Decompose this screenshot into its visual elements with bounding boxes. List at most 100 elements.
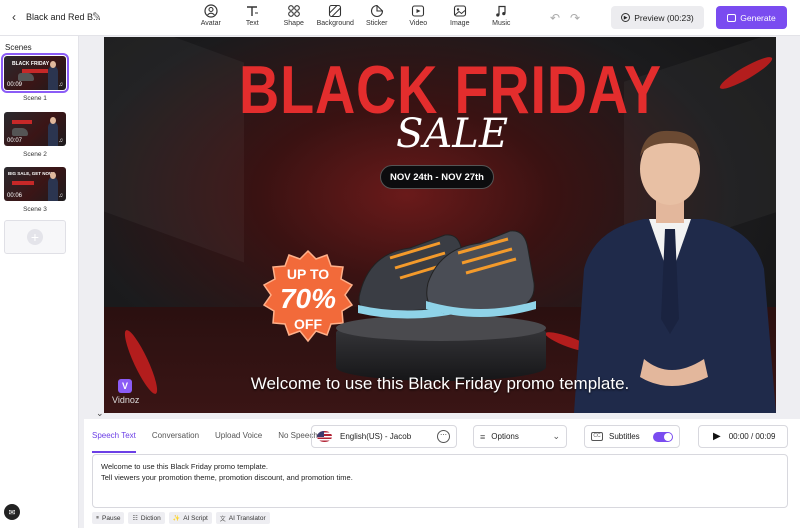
avatar-presenter[interactable] [564,119,776,413]
scene-1-duration: 00:09 [7,82,23,88]
playback-time: 00:00 / 00:09 [728,432,776,441]
badge-line-1: UP TO [286,266,330,282]
pause-chip-label: Pause [102,514,121,522]
ai-translator-chip[interactable]: 文 AI Translator [215,512,270,524]
preview-label: Preview (00:23) [634,12,694,23]
voice-name: English(US) - Jacob [340,432,412,441]
tool-text[interactable]: Text [232,4,274,27]
tool-text-label: Text [245,20,259,27]
back-arrow-icon[interactable]: ‹ [6,9,22,25]
us-flag-icon [317,431,332,442]
scene-2-preview: 00:07 ♫ [4,112,66,146]
ai-script-icon: ✨ [172,515,181,522]
tool-video[interactable]: Video [398,4,440,27]
tool-avatar-label: Avatar [200,20,221,27]
scene-2-label: Scene 2 [23,151,47,158]
options-dropdown[interactable]: ≡ Options ⌄ [473,425,567,448]
options-label: Options [491,432,519,441]
tab-speech-text[interactable]: Speech Text [92,419,136,453]
sticker-icon [370,4,383,18]
play-icon[interactable]: ▶ [713,431,721,442]
project-title[interactable]: Black and Red B... [26,12,101,22]
redo-icon[interactable]: ↷ [570,11,580,25]
scene-2-duration: 00:07 [7,138,23,144]
tool-sticker[interactable]: Sticker [356,4,398,27]
badge-line-2: 70% [279,283,337,314]
scenes-heading: Scenes [5,43,32,52]
speech-text-area[interactable]: Welcome to use this Black Friday promo t… [92,454,788,508]
background-facet [104,37,244,263]
ai-script-chip[interactable]: ✨ AI Script [168,512,212,524]
scene-1-thumb-text: BLACK FRIDAY [12,61,50,67]
shape-icon [287,5,300,17]
tool-image-label: Image [450,20,470,27]
tool-music[interactable]: Music [481,4,523,27]
text-icon [247,6,259,16]
insert-tools: Avatar Text Shape Background Sticker Vid… [190,4,522,27]
watermark-text: Vidnoz [112,395,140,405]
subtitles-control: CC Subtitles [584,425,680,448]
background-icon [329,4,342,18]
image-icon [453,5,466,17]
music-icon [496,5,506,17]
more-options-icon[interactable]: ⋯ [437,430,450,443]
voice-selector[interactable]: English(US) - Jacob ⋯ [311,425,457,448]
scene-3-thumb-text: BIG SALE, GET NOW! [8,171,55,176]
generate-icon [727,13,737,22]
scene-thumbnail-1[interactable]: BLACK FRIDAY 00:09 ♫ Scene 1 [1,53,69,102]
badge-text: UP TO 70% OFF [257,267,359,331]
undo-icon[interactable]: ↶ [550,11,560,25]
tool-image[interactable]: Image [439,4,481,27]
subtitles-toggle[interactable] [653,432,673,442]
scene-1-preview: BLACK FRIDAY 00:09 ♫ [1,53,69,93]
diction-chip-label: Diction [140,514,161,522]
scene-3-duration: 00:06 [7,193,23,199]
speech-tabs: Speech Text Conversation Upload Voice No… [84,419,326,453]
script-tools: ⏸ Pause ☷ Diction ✨ AI Script 文 AI Translato… [92,512,274,524]
scene-3-label: Scene 3 [23,206,47,213]
scene-thumbnail-3[interactable]: BIG SALE, GET NOW! 00:06 ♫ Scene 3 [4,167,66,213]
tool-avatar[interactable]: Avatar [190,4,232,27]
chevron-down-icon: ⌄ [552,431,560,441]
playback-control[interactable]: ▶ 00:00 / 00:09 [698,425,788,448]
scene-1-label: Scene 1 [23,95,47,102]
diction-icon: ☷ [132,515,138,522]
help-chat-icon[interactable]: ✉ [4,504,20,520]
top-toolbar: ‹ Black and Red B... ✎ Avatar Text Shape… [0,0,800,36]
pause-chip[interactable]: ⏸ Pause [92,512,125,524]
play-circle-icon: ▶ [621,13,631,22]
avatar-icon [204,4,218,18]
date-range-pill[interactable]: NOV 24th - NOV 27th [380,165,494,189]
script-line-2: Tell viewers your promotion theme, promo… [101,473,353,482]
ai-script-chip-label: AI Script [183,514,208,522]
tool-shape-label: Shape [283,20,304,27]
tab-conversation[interactable]: Conversation [152,419,199,453]
subtitle-caption[interactable]: Welcome to use this Black Friday promo t… [104,374,776,394]
video-canvas[interactable]: BLACK FRIDAY SALE NOV 24th - NOV 27th UP… [104,37,776,413]
subtitles-label: Subtitles [609,432,640,441]
tool-music-label: Music [492,20,511,27]
tool-sticker-label: Sticker [366,20,388,27]
tool-video-label: Video [409,20,428,27]
scene-3-preview: BIG SALE, GET NOW! 00:06 ♫ [4,167,66,201]
sale-text[interactable]: SALE [396,111,508,157]
collapse-chevron-icon[interactable]: ⌄ [96,408,104,419]
music-note-icon: ♫ [58,82,64,88]
cc-icon: CC [591,432,603,441]
pause-icon: ⏸ [96,514,100,521]
script-panel: Speech Text Conversation Upload Voice No… [84,419,800,528]
tab-upload-voice[interactable]: Upload Voice [215,419,262,453]
plus-icon: + [27,229,43,245]
tool-background-label: Background [316,20,354,27]
pencil-icon[interactable]: ✎ [92,10,101,23]
music-note-icon: ♫ [58,138,64,144]
sneakers-image[interactable] [350,213,540,333]
tool-background[interactable]: Background [315,4,357,27]
sliders-icon: ≡ [480,431,486,442]
tool-shape[interactable]: Shape [273,4,315,27]
diction-chip[interactable]: ☷ Diction [128,512,165,524]
generate-button[interactable]: Generate [716,6,787,29]
scene-thumbnail-2[interactable]: 00:07 ♫ Scene 2 [4,112,66,158]
add-scene-button[interactable]: + [4,220,66,254]
preview-button[interactable]: ▶ Preview (00:23) [611,6,704,29]
